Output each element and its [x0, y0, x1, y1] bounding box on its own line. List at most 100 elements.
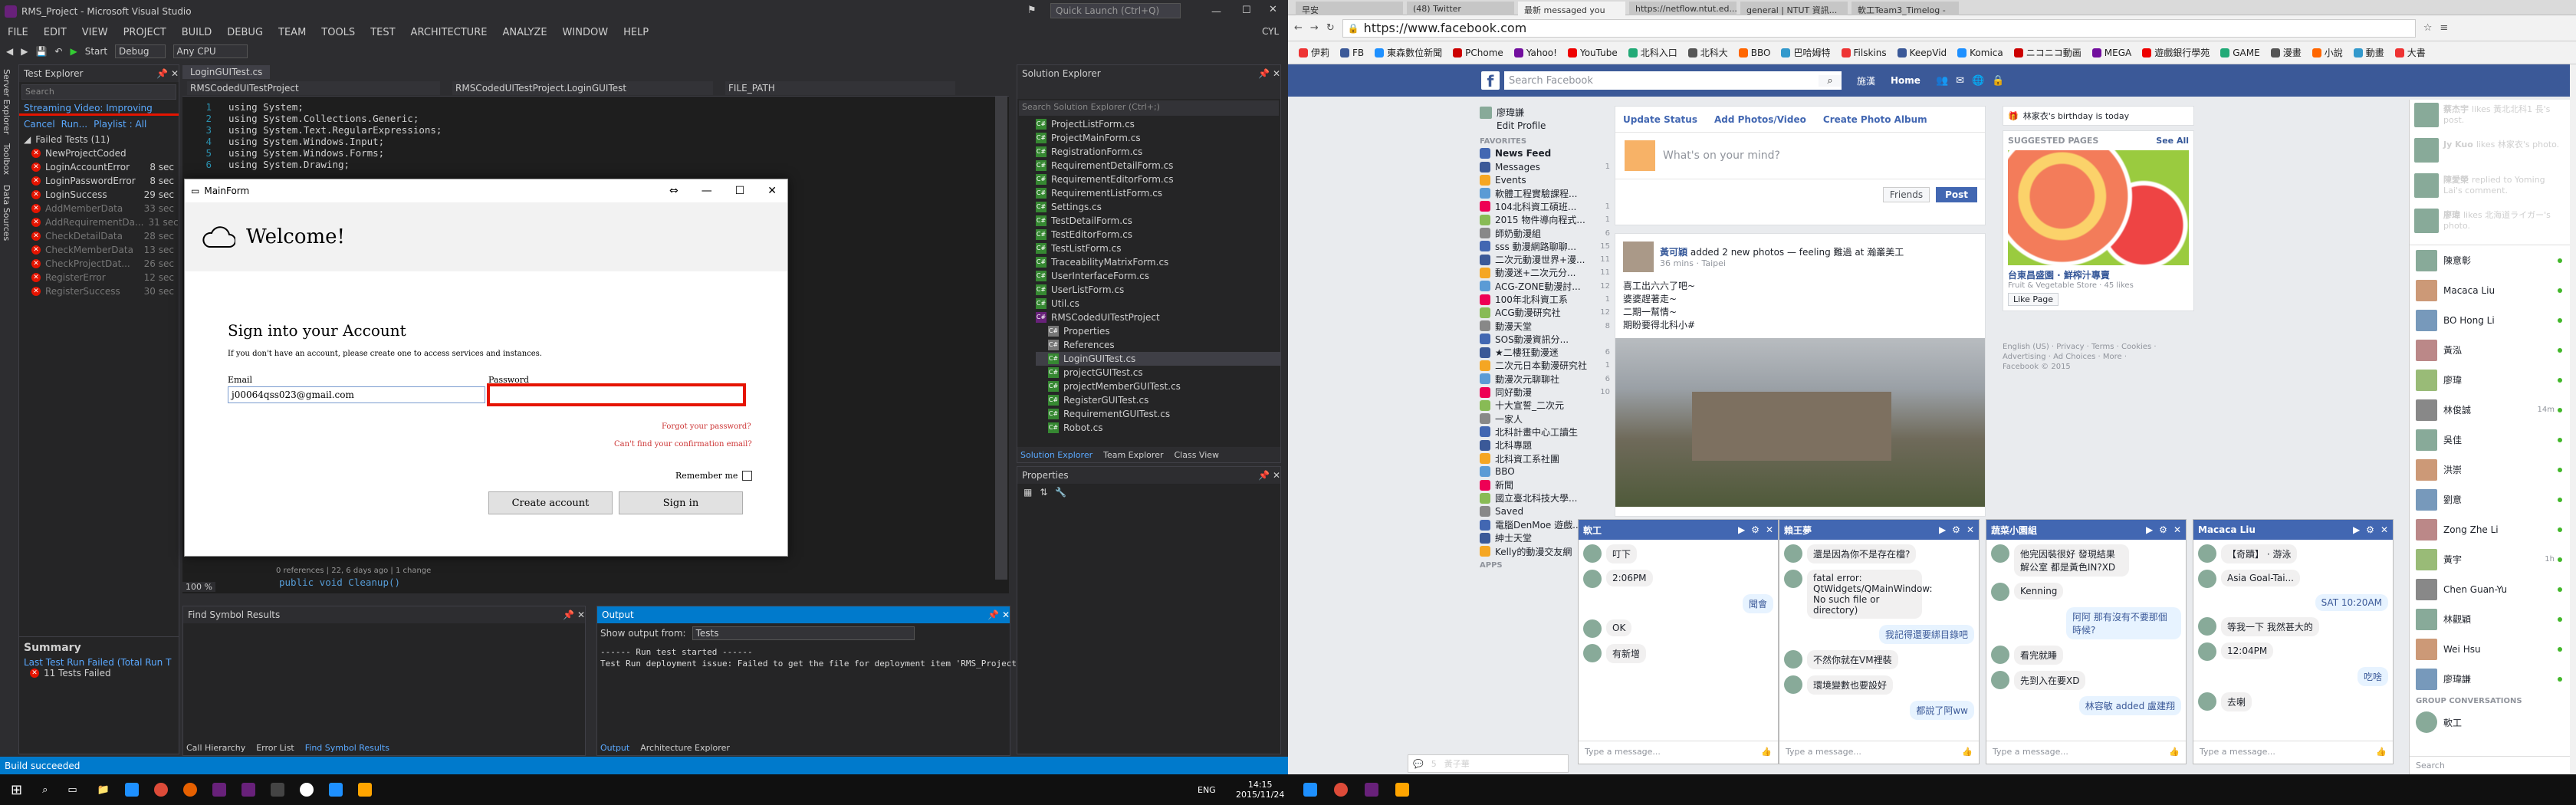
- chat-input[interactable]: Type a message... 👍: [1579, 741, 1778, 764]
- code-line[interactable]: using System.Drawing;: [228, 159, 442, 170]
- solution-item[interactable]: C# RegistrationForm.cs: [1036, 145, 1280, 159]
- solution-item[interactable]: C# ProjectListForm.cs: [1036, 117, 1280, 131]
- app-icon-2[interactable]: [1395, 783, 1409, 797]
- chat-close-icon[interactable]: ✕: [2174, 524, 2181, 535]
- page-scrollbar[interactable]: [2570, 64, 2576, 774]
- start-button-icon[interactable]: ⊞: [11, 782, 22, 798]
- cleanup-code[interactable]: public void Cleanup(): [279, 577, 400, 588]
- favorite-item[interactable]: 十大宣誓_二次元: [1480, 399, 1610, 412]
- favorite-item[interactable]: 新聞: [1480, 478, 1610, 491]
- config-dropdown[interactable]: Debug: [115, 44, 166, 58]
- post-photo[interactable]: [1615, 338, 1985, 507]
- favorite-item[interactable]: 2015 物件導向程式... 1: [1480, 213, 1610, 226]
- solution-item[interactable]: C# Properties: [1036, 324, 1280, 338]
- bookmark-item[interactable]: KeepVid: [1897, 48, 1947, 58]
- birthday-reminder[interactable]: 🎁 林家衣's birthday is today: [2003, 106, 2194, 126]
- ticker-item[interactable]: 廖瑋 likes 北海道ライガー's photo.: [2410, 205, 2570, 241]
- contact-item[interactable]: 黃宇 1h: [2410, 544, 2570, 574]
- maximize-button[interactable]: ☐: [1242, 5, 1251, 16]
- create-album-tab[interactable]: Create Photo Album: [1823, 114, 1927, 125]
- contact-item[interactable]: BO Hong Li: [2410, 305, 2570, 335]
- chrome-icon-2[interactable]: [1334, 783, 1348, 797]
- user-name[interactable]: CYL: [1262, 26, 1279, 37]
- bookmark-item[interactable]: PChome: [1453, 48, 1503, 58]
- forward-icon[interactable]: ▶: [21, 46, 28, 57]
- footer-links[interactable]: English (US) · Privacy · Terms · Cookies…: [2003, 342, 2194, 362]
- test-item[interactable]: ✕ CheckProjectDat... 26 sec: [31, 257, 179, 271]
- menu-team[interactable]: TEAM: [278, 27, 306, 38]
- like-thumb-icon[interactable]: 👍: [2376, 747, 2387, 758]
- edge-icon[interactable]: [124, 783, 139, 797]
- test-item[interactable]: ✕ RegisterSuccess 30 sec: [31, 284, 179, 298]
- suggested-page-image[interactable]: [2008, 150, 2189, 265]
- forgot-password-link[interactable]: Forgot your password?: [662, 422, 751, 431]
- test-item[interactable]: ✕ LoginSuccess 29 sec: [31, 188, 179, 202]
- firefox-icon[interactable]: [182, 783, 197, 797]
- favorite-item[interactable]: sss 動漫網路聊聊... 15: [1480, 240, 1610, 253]
- chrome-icon[interactable]: [153, 783, 168, 797]
- chat-header[interactable]: 軟工 ▶ ⚙ ✕: [1579, 520, 1778, 540]
- like-thumb-icon[interactable]: 👍: [2169, 747, 2180, 758]
- start-icon[interactable]: ▶: [70, 46, 77, 57]
- side-tab-server-explorer[interactable]: Server Explorer: [0, 64, 13, 139]
- chat-close-icon[interactable]: ✕: [1766, 524, 1773, 535]
- chat-input[interactable]: Type a message... 👍: [1986, 741, 2186, 764]
- code-line[interactable]: using System.Windows.Input;: [228, 136, 442, 147]
- contact-item[interactable]: 吳佳: [2410, 425, 2570, 455]
- solution-item[interactable]: C# RequirementListForm.cs: [1036, 186, 1280, 200]
- bookmark-item[interactable]: Yahoo!: [1513, 48, 1557, 58]
- visual-studio-2-task-icon[interactable]: [241, 783, 255, 797]
- contact-item[interactable]: 林觀穎: [2410, 604, 2570, 634]
- save-icon[interactable]: 💾: [35, 46, 47, 57]
- language-indicator[interactable]: ENG: [1198, 785, 1216, 795]
- contact-item[interactable]: 洪崇: [2410, 455, 2570, 485]
- solution-item[interactable]: C# UserInterfaceForm.cs: [1036, 269, 1280, 283]
- failed-tests-header[interactable]: ◢ Failed Tests (11): [19, 133, 179, 146]
- chat-close-icon[interactable]: ✕: [1967, 524, 1974, 535]
- edge-icon-2[interactable]: [1303, 783, 1317, 797]
- menu-icon[interactable]: ≡: [2440, 22, 2448, 34]
- wrench-icon[interactable]: 🔧: [1055, 487, 1066, 498]
- solution-item[interactable]: C# projectMemberGUITest.cs: [1036, 380, 1280, 393]
- solution-item[interactable]: C# TestListForm.cs: [1036, 242, 1280, 255]
- test-item[interactable]: ✕ LoginPasswordError 8 sec: [31, 174, 179, 188]
- platform-dropdown[interactable]: Any CPU: [172, 44, 248, 58]
- browser-tab-5[interactable]: general | NTUT 資訊...: [1740, 2, 1848, 15]
- browser-tab-4[interactable]: https://netflow.ntut.ed...: [1629, 2, 1737, 15]
- tab-call-hierarchy[interactable]: Call Hierarchy: [186, 743, 245, 753]
- browser-tab-3[interactable]: 最新 messaged you: [1518, 2, 1625, 15]
- quick-launch-input[interactable]: Quick Launch (Ctrl+Q): [1050, 3, 1181, 18]
- code-line[interactable]: using System;: [228, 101, 442, 113]
- vs-icon-2[interactable]: [1365, 783, 1378, 797]
- bookmark-item[interactable]: YouTube: [1567, 48, 1618, 58]
- categorized-icon[interactable]: ▦: [1024, 487, 1032, 498]
- post-author-avatar[interactable]: [1623, 242, 1654, 272]
- menu-view[interactable]: VIEW: [82, 27, 108, 38]
- visual-studio-task-icon[interactable]: [212, 783, 226, 797]
- form-close-button[interactable]: ✕: [767, 185, 777, 197]
- solution-item[interactable]: C# Settings.cs: [1036, 200, 1280, 214]
- group-conversation-item[interactable]: 軟工: [2410, 708, 2570, 736]
- menu-file[interactable]: FILE: [8, 27, 28, 38]
- bookmark-item[interactable]: Filskins: [1841, 48, 1887, 58]
- start-button[interactable]: Start: [85, 46, 107, 57]
- tab-find-symbol[interactable]: Find Symbol Results: [305, 743, 389, 753]
- streaming-notice[interactable]: Streaming Video: Improving: [19, 102, 179, 116]
- chat-search-input[interactable]: Search: [2410, 756, 2570, 774]
- settings-gear-icon[interactable]: ⚙: [1751, 524, 1760, 535]
- favorite-item[interactable]: 二次元動漫世界+漫... 11: [1480, 253, 1610, 266]
- chat-count-icon[interactable]: 💬: [1413, 759, 1424, 769]
- favorite-item[interactable]: Saved: [1480, 505, 1610, 518]
- nav-member-dropdown[interactable]: FILE_PATH: [725, 80, 955, 95]
- favorite-item[interactable]: 北科計畫中心工讀生: [1480, 426, 1610, 439]
- test-search-input[interactable]: Search: [21, 84, 176, 100]
- bookmark-item[interactable]: 遊戲銀行學苑: [2142, 46, 2210, 59]
- bookmark-item[interactable]: 小說: [2312, 46, 2343, 59]
- pane-close-icon[interactable]: 📌 ✕: [563, 610, 585, 620]
- test-item[interactable]: ✕ CheckMemberData 13 sec: [31, 243, 179, 257]
- menu-help[interactable]: HELP: [623, 27, 649, 38]
- bookmark-item[interactable]: 東森數位新聞: [1375, 46, 1442, 59]
- like-page-button[interactable]: Like Page: [2008, 293, 2059, 306]
- favorite-item[interactable]: Events: [1480, 173, 1610, 186]
- ticker-item[interactable]: Jy Kuo likes 林家衣's photo.: [2410, 135, 2570, 170]
